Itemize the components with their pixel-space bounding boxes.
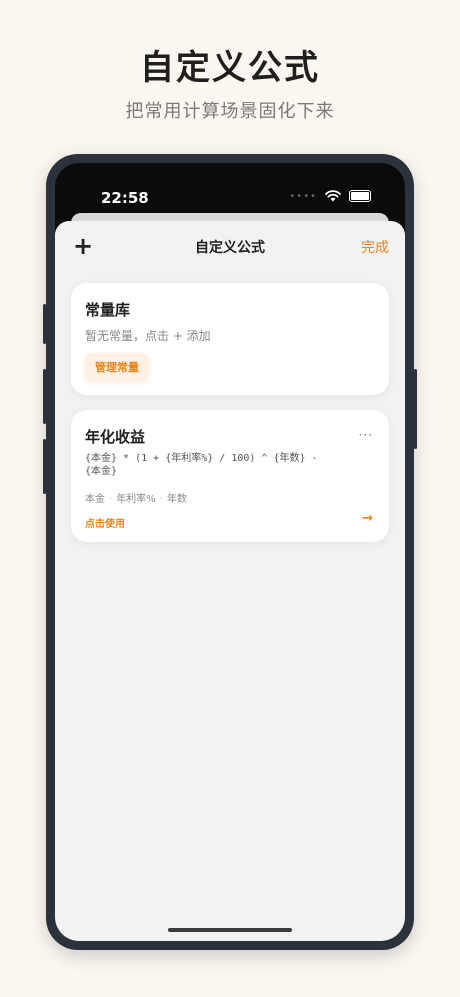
volume-down-button xyxy=(43,439,46,494)
promo-subtitle: 把常用计算场景固化下来 xyxy=(125,101,335,122)
variable-separator: · xyxy=(159,494,163,505)
constants-card: 常量库 暂无常量，点击 + 添加 管理常量 xyxy=(71,283,389,395)
variable-chip: 年数 xyxy=(166,494,187,505)
status-time: 22:58 xyxy=(101,189,149,207)
volume-up-button xyxy=(43,369,46,424)
variable-chip: 本金 xyxy=(85,494,105,505)
signal-dots-icon: •••• xyxy=(289,190,317,202)
phone-screen: 22:58 •••• + 自定义公式 完成 常量库 暂无常量，点击 + 添加 管… xyxy=(55,163,405,941)
formula-line-1: {本金} * (1 + {年利率%} / 100) ^ {年数} - xyxy=(85,453,318,464)
phone-frame: 22:58 •••• + 自定义公式 完成 常量库 暂无常量，点击 + 添加 管… xyxy=(43,154,417,950)
status-icons: •••• xyxy=(289,190,371,202)
more-options-icon[interactable]: ··· xyxy=(359,428,373,442)
mute-switch xyxy=(43,304,46,344)
use-formula-link[interactable]: 点击使用 xyxy=(85,515,125,530)
formula-card[interactable]: 年化收益 ··· {本金} * (1 + {年利率%} / 100) ^ {年数… xyxy=(71,410,389,542)
battery-icon xyxy=(349,190,371,202)
power-button xyxy=(414,369,417,449)
formula-line-2: {本金} xyxy=(85,466,118,477)
done-button[interactable]: 完成 xyxy=(361,237,389,257)
arrow-right-icon[interactable]: → xyxy=(362,511,373,526)
wifi-icon xyxy=(325,190,341,202)
formula-variables: 本金 · 年利率% · 年数 xyxy=(85,490,187,505)
home-indicator xyxy=(168,928,292,932)
formula-expression: {本金} * (1 + {年利率%} / 100) ^ {年数} - {本金} xyxy=(85,452,365,478)
formula-card-title: 年化收益 xyxy=(85,428,146,446)
constants-empty-text: 暂无常量，点击 + 添加 xyxy=(85,329,211,343)
nav-title: 自定义公式 xyxy=(195,240,265,256)
promo-title: 自定义公式 xyxy=(140,48,320,88)
constants-card-title: 常量库 xyxy=(85,301,131,319)
variable-separator: · xyxy=(109,494,113,505)
variable-chip: 年利率% xyxy=(116,494,156,505)
formula-sheet: + 自定义公式 完成 常量库 暂无常量，点击 + 添加 管理常量 年化收益 ··… xyxy=(55,221,405,941)
manage-constants-button[interactable]: 管理常量 xyxy=(85,353,149,381)
